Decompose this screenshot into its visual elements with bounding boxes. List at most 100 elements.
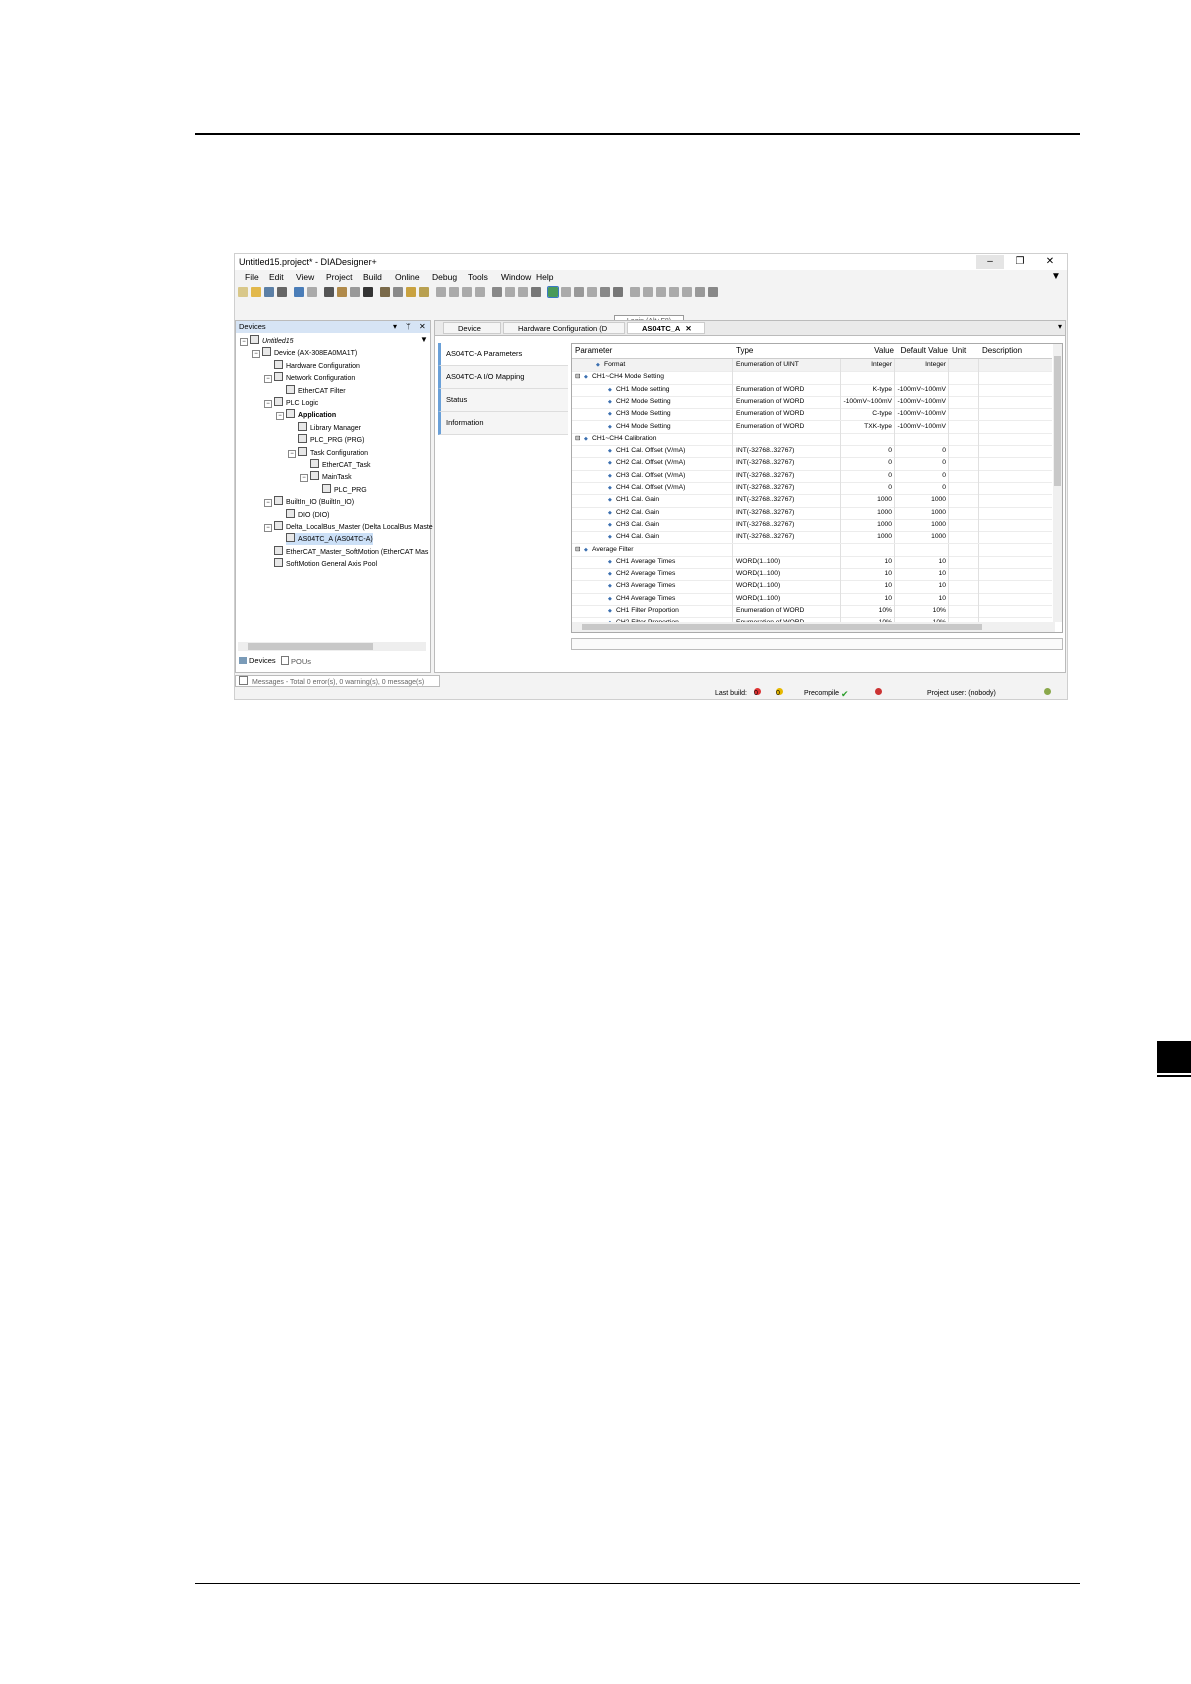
side-tab[interactable]: AS04TC-A I/O Mapping xyxy=(438,366,568,389)
tree-collapse-toggle[interactable]: − xyxy=(300,474,308,483)
tree-node[interactable]: Hardware Configuration xyxy=(274,359,360,372)
menu-tools[interactable]: Tools xyxy=(468,272,488,282)
filter-icon[interactable]: ▼ xyxy=(1051,271,1061,282)
table-row[interactable]: ◆ CH1 Mode setting Enumeration of WORD K-ty… xyxy=(572,383,1052,397)
menu-view[interactable]: View xyxy=(296,272,314,282)
menu-project[interactable]: Project xyxy=(326,272,352,282)
table-row[interactable]: ◆ CH3 Cal. Gain INT(-32768..32767) 1000 1000 xyxy=(572,518,1052,533)
side-tab[interactable]: AS04TC-A Parameters xyxy=(438,343,568,366)
tree-collapse-toggle[interactable]: − xyxy=(264,499,272,508)
breakpoint-toggle-icon[interactable] xyxy=(669,287,679,297)
bookmark-clear-icon[interactable] xyxy=(475,287,485,297)
pane-dropdown-icon[interactable]: ▾ xyxy=(393,321,397,333)
tab-devices[interactable]: Devices xyxy=(239,656,276,665)
table-row[interactable]: ◆ CH4 Cal. Offset (V/mA) INT(-32768..32767… xyxy=(572,482,1052,496)
generate-icon[interactable] xyxy=(531,287,541,297)
cut-icon[interactable] xyxy=(324,287,334,297)
restore-button[interactable]: ❐ xyxy=(1006,255,1034,269)
column-header[interactable]: Parameter xyxy=(575,344,612,358)
save-icon[interactable] xyxy=(264,287,274,297)
table-row[interactable]: ◆ CH2 Cal. Offset (V/mA) INT(-32768..32767… xyxy=(572,457,1052,471)
watch-icon[interactable] xyxy=(682,287,692,297)
menu-online[interactable]: Online xyxy=(395,272,420,282)
side-tab[interactable]: Status xyxy=(438,389,568,412)
device-add-icon[interactable] xyxy=(505,287,515,297)
side-tab[interactable]: Information xyxy=(438,412,568,435)
menu-help[interactable]: Help xyxy=(536,272,553,282)
tabs-dropdown-icon[interactable]: ▾ xyxy=(1058,322,1062,331)
find-next-icon[interactable] xyxy=(406,287,416,297)
tree-dropdown-icon[interactable]: ▼ xyxy=(420,335,428,344)
tree-node[interactable]: EtherCAT Filter xyxy=(286,384,346,397)
menu-build[interactable]: Build xyxy=(363,272,382,282)
messages-tab[interactable]: Messages - Total 0 error(s), 0 warning(s… xyxy=(235,675,440,687)
table-row[interactable]: ◆ CH4 Average Times WORD(1..100) 10 10 xyxy=(572,592,1052,606)
copy-icon[interactable] xyxy=(337,287,347,297)
login-icon[interactable] xyxy=(547,286,559,298)
group-collapse-toggle[interactable]: ⊟ xyxy=(575,433,581,445)
tree-node[interactable]: Task Configuration xyxy=(298,446,368,459)
tree-node[interactable]: Delta_LocalBus_Master (Delta LocalBus Ma… xyxy=(274,521,433,533)
tree-node[interactable]: PLC_PRG (PRG) xyxy=(298,434,364,446)
tree-collapse-toggle[interactable]: − xyxy=(288,449,296,458)
open-icon[interactable] xyxy=(251,287,261,297)
tree-node[interactable]: BuiltIn_IO (BuiltIn_IO) xyxy=(274,496,354,508)
table-row[interactable]: ◆ CH1 Cal. Gain INT(-32768..32767) 1000 1000 xyxy=(572,494,1052,508)
table-row[interactable]: ◆ CH4 Cal. Gain INT(-32768..32767) 1000 1000 xyxy=(572,531,1052,545)
tab-close-icon[interactable]: ✕ xyxy=(685,324,691,333)
table-row[interactable]: ◆ CH1 Filter Proportion Enumeration of WOR… xyxy=(572,605,1052,619)
menu-edit[interactable]: Edit xyxy=(269,272,284,282)
tree-node[interactable]: PLC Logic xyxy=(274,397,318,409)
tree-node[interactable]: Device (AX-308EA0MA1T) xyxy=(262,347,357,359)
tab-device[interactable]: Device xyxy=(443,322,501,334)
stop-icon[interactable] xyxy=(587,287,597,297)
table-row[interactable]: ◆ CH3 Cal. Offset (V/mA) INT(-32768..32767… xyxy=(572,469,1052,483)
table-row[interactable]: ⊟ ◆ CH1~CH4 Calibration xyxy=(572,432,1052,447)
tree-collapse-toggle[interactable]: − xyxy=(240,338,248,346)
find-prev-icon[interactable] xyxy=(419,287,429,297)
table-row[interactable]: ◆ CH2 Cal. Gain INT(-32768..32767) 1000 1000 xyxy=(572,506,1052,520)
devices-horizontal-scrollbar[interactable] xyxy=(238,642,426,651)
table-row[interactable]: ◆ CH4 Mode Setting Enumeration of WORD TXK-… xyxy=(572,420,1052,434)
logout-icon[interactable] xyxy=(561,287,571,297)
tree-collapse-toggle[interactable]: − xyxy=(276,412,284,421)
tree-node[interactable]: Library Manager xyxy=(298,421,361,434)
column-header[interactable]: Value xyxy=(844,344,894,358)
tab-hardware-configuration[interactable]: Hardware Configuration (D xyxy=(503,322,625,334)
bookmark-prev-icon[interactable] xyxy=(462,287,472,297)
tree-node[interactable]: AS04TC_A (AS04TC-A) xyxy=(286,533,373,546)
undo-icon[interactable] xyxy=(294,287,304,297)
device-edit-icon[interactable] xyxy=(518,287,528,297)
step-out-icon[interactable] xyxy=(643,287,653,297)
tree-node[interactable]: Application xyxy=(286,409,336,421)
replace-icon[interactable] xyxy=(393,287,403,297)
table-row[interactable]: ◆ CH1 Cal. Offset (V/mA) INT(-32768..32767… xyxy=(572,445,1052,459)
tree-collapse-toggle[interactable]: − xyxy=(252,350,260,359)
bookmark-icon[interactable] xyxy=(436,287,446,297)
tree-node[interactable]: Untitled15 xyxy=(250,335,294,347)
table-row[interactable]: ◆ CH2 Average Times WORD(1..100) 10 10 xyxy=(572,568,1052,582)
pane-close-icon[interactable]: ✕ xyxy=(419,321,426,333)
tree-node[interactable]: MainTask xyxy=(310,471,352,483)
column-header[interactable]: Type xyxy=(736,344,753,358)
table-row[interactable]: ◆ Format Enumeration of UINT Integer Integer xyxy=(572,359,1052,373)
table-row[interactable]: ⊟ ◆ CH1~CH4 Mode Setting xyxy=(572,371,1052,385)
table-row[interactable]: ◆ CH3 Average Times WORD(1..100) 10 10 xyxy=(572,580,1052,594)
column-header[interactable]: Default Value xyxy=(898,344,948,358)
tree-node[interactable]: SoftMotion General Axis Pool xyxy=(274,558,377,570)
column-header[interactable]: Description xyxy=(982,344,1022,358)
close-button[interactable]: ✕ xyxy=(1036,255,1064,269)
column-header[interactable]: Unit xyxy=(952,344,966,358)
tree-collapse-toggle[interactable]: − xyxy=(264,375,272,384)
tab-as04tc-a[interactable]: AS04TC_A ✕ xyxy=(627,322,705,334)
pin-icon[interactable]: ᛘ xyxy=(406,321,411,333)
monitor-icon[interactable] xyxy=(695,287,705,297)
tree-node[interactable]: EtherCAT_Task xyxy=(310,459,371,471)
minimize-button[interactable]: – xyxy=(976,255,1004,269)
step-over-icon[interactable] xyxy=(613,287,623,297)
bookmark-next-icon[interactable] xyxy=(449,287,459,297)
table-row[interactable]: ⊟ ◆ Average Filter xyxy=(572,543,1052,557)
tree-collapse-toggle[interactable]: − xyxy=(264,400,272,408)
new-project-icon[interactable] xyxy=(238,287,248,297)
build-icon[interactable] xyxy=(492,287,502,297)
